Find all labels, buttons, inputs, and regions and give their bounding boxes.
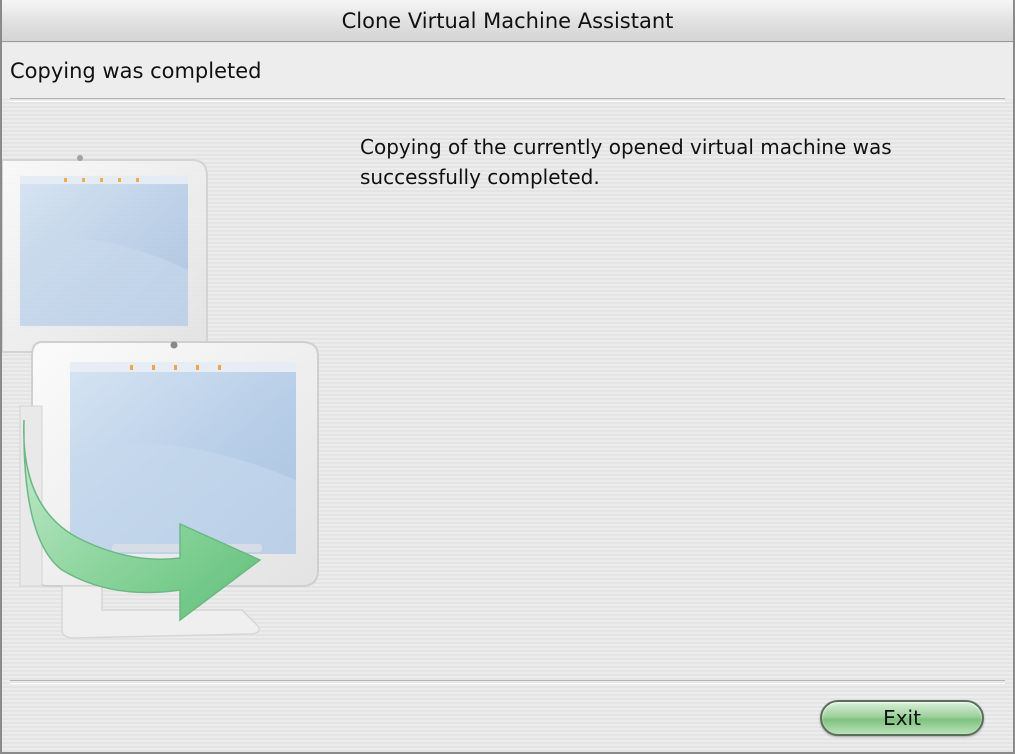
step-header: Copying was completed bbox=[2, 43, 1013, 99]
footer-divider bbox=[10, 680, 1005, 684]
window-titlebar[interactable]: Clone Virtual Machine Assistant bbox=[2, 0, 1013, 42]
header-divider bbox=[10, 98, 1005, 102]
window-title: Clone Virtual Machine Assistant bbox=[341, 9, 674, 33]
assistant-window: Clone Virtual Machine Assistant Copying … bbox=[0, 0, 1015, 754]
completion-message: Copying of the currently opened virtual … bbox=[360, 135, 892, 189]
computer-clone-illustration bbox=[2, 130, 332, 650]
target-computer bbox=[19, 341, 319, 639]
step-title: Copying was completed bbox=[10, 59, 262, 83]
clone-computers-icon bbox=[2, 155, 319, 639]
source-computer bbox=[2, 155, 208, 353]
exit-button[interactable]: Exit bbox=[820, 700, 984, 736]
